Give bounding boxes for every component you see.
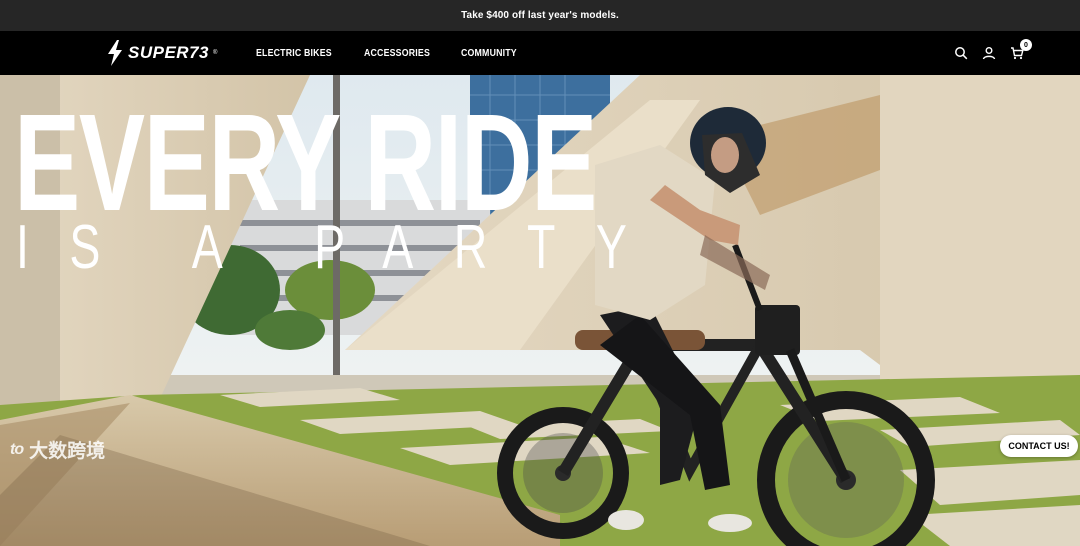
logo-bolt-icon [108, 40, 122, 66]
announcement-bar[interactable]: Take $400 off last year's models. [0, 0, 1080, 31]
hero-headline: EVERY RIDE [14, 86, 597, 240]
brand-name: SUPER73 [128, 43, 209, 62]
main-nav: SUPER73 ® ELECTRIC BIKES ACCESSORIES COM… [0, 31, 1080, 75]
cart-count-badge: 0 [1020, 39, 1032, 51]
search-icon[interactable] [954, 46, 968, 60]
primary-menu: ELECTRIC BIKES ACCESSORIES COMMUNITY [256, 31, 525, 75]
watermark-logo-icon: to [10, 440, 24, 458]
announcement-text: Take $400 off last year's models. [461, 10, 619, 21]
hero-subline: IS A PARTY [16, 213, 668, 282]
contact-us-button[interactable]: CONTACT US! [1000, 435, 1078, 457]
brand-reg: ® [212, 50, 218, 56]
brand-logo[interactable]: SUPER73 ® [105, 39, 217, 67]
watermark: to 大数跨境 [10, 436, 105, 463]
watermark-text: 大数跨境 [29, 441, 106, 462]
account-icon[interactable] [982, 46, 996, 60]
nav-item-electric-bikes[interactable]: ELECTRIC BIKES [256, 48, 332, 59]
hero-banner[interactable]: EVERY RIDE IS A PARTY [0, 75, 1080, 546]
cart-icon[interactable]: 0 [1010, 39, 1032, 60]
nav-actions: 0 [954, 31, 1032, 75]
nav-item-accessories[interactable]: ACCESSORIES [364, 48, 430, 59]
nav-item-community[interactable]: COMMUNITY [461, 48, 517, 59]
